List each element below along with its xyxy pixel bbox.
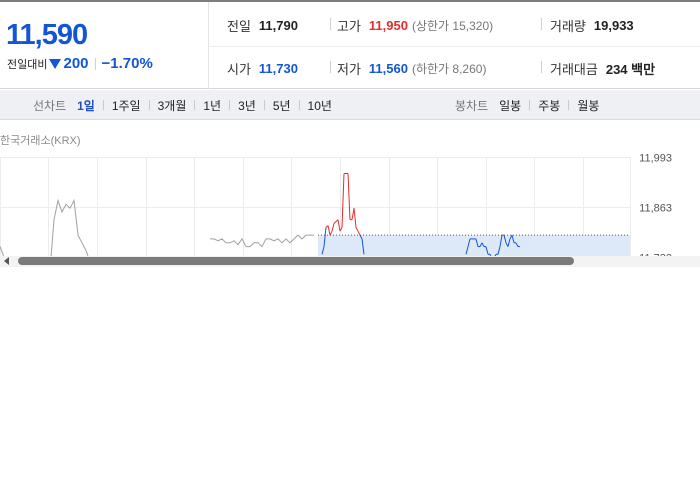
chart-scrollbar[interactable] [0,256,700,267]
change-label: 전일대비 [7,58,48,71]
stat-open: 시가 11,730 [227,59,298,78]
price-segment-up [357,230,361,236]
stat-open-value: 11,730 [258,61,298,76]
change-percent: −1.70% [101,55,153,72]
stat-low: 저가 11,560 (하한가 8,260) [337,59,486,78]
tab-monthly-candle[interactable]: 월봉 [576,97,600,114]
stat-divider [330,18,331,30]
tab-divider [263,100,265,110]
tab-divider [529,100,531,110]
stat-amount: 거래대금 234 백만 [550,59,655,78]
stat-high-label: 고가 [337,19,361,34]
stat-volume: 거래량 19,933 [550,16,634,35]
tab-1year[interactable]: 1년 [202,97,222,114]
price-segment-up [337,219,341,232]
down-triangle-icon [49,58,62,69]
stat-prev-close: 전일 11,790 [227,16,298,35]
tab-3month[interactable]: 3개월 [157,97,188,114]
tab-divider [102,100,104,110]
line-chart-tabs: 선차트 1일 1주일 3개월 1년 3년 5년 10년 [33,90,333,120]
tab-1week[interactable]: 1주일 [111,97,142,114]
current-price-box: 11,590 전일대비 200 −1.70% [0,2,209,89]
price-segment-up [353,208,357,228]
price-segment-up [355,227,359,232]
change-row: 전일대비 200 −1.70% [7,55,153,72]
price-chart: 11,99311,86311,733 한국거래소(KRX) [0,121,700,256]
stat-divider [541,18,542,30]
price-segment-up [331,223,335,232]
stat-divider [541,61,542,73]
price-segment-up [341,173,345,228]
tab-divider [148,100,150,110]
price-segment-up [333,221,337,224]
stock-widget: 11,590 전일대비 200 −1.70% 전일 11,790 고가 11,9… [0,0,700,270]
y-tick-label: 11,993 [639,153,672,165]
tab-weekly-candle[interactable]: 주봉 [537,97,561,114]
stat-lower-limit: (하한가 8,260) [411,62,487,76]
below-prev-close-band [318,235,630,256]
stat-prev-close-value: 11,790 [258,18,298,33]
chart-period-tabbar: 선차트 1일 1주일 3개월 1년 3년 5년 10년 봉차트 일봉 주봉 월봉 [0,90,700,120]
stat-upper-limit: (상한가 15,320) [411,19,494,33]
change-value: 200 [63,55,89,72]
stat-volume-label: 거래량 [550,19,586,34]
price-segment-up [327,225,331,236]
tab-divider [229,100,231,110]
tab-divider [194,100,196,110]
tab-divider [298,100,300,110]
tab-1day[interactable]: 1일 [76,97,96,114]
stat-high: 고가 11,950 (상한가 15,320) [337,16,493,35]
tab-10year[interactable]: 10년 [307,97,333,114]
stat-prev-close-label: 전일 [227,19,251,34]
tab-daily-candle[interactable]: 일봉 [498,97,522,114]
y-tick-label: 11,863 [639,203,672,215]
data-source-label: 한국거래소(KRX) [0,135,81,147]
scroll-left-arrow-icon[interactable] [4,257,9,265]
tab-5year[interactable]: 5년 [272,97,292,114]
stat-volume-value: 19,933 [593,18,634,33]
price-chart-svg: 11,99311,86311,733 [0,153,672,256]
price-summary: 11,590 전일대비 200 −1.70% 전일 11,790 고가 11,9… [0,2,700,89]
scroll-thumb[interactable] [18,257,574,265]
stat-open-label: 시가 [227,62,251,77]
current-price: 11,590 [6,19,88,51]
tab-3year[interactable]: 3년 [237,97,257,114]
tab-divider [568,100,570,110]
change-divider [94,57,96,70]
previous-price-line [210,234,314,248]
stat-amount-label: 거래대금 [550,62,598,77]
candle-chart-title: 봉차트 [455,98,489,113]
stat-low-value: 11,560 [368,61,408,76]
stat-amount-value: 234 백만 [605,62,656,77]
price-segment-up [347,173,351,220]
stat-high-value: 11,950 [368,18,408,33]
candle-chart-tabs: 봉차트 일봉 주봉 월봉 [455,90,600,120]
stat-low-label: 저가 [337,62,361,77]
previous-price-line [0,198,89,256]
price-segment-up [329,230,333,236]
line-chart-title: 선차트 [33,98,67,113]
stat-divider [330,61,331,73]
stat-row-divider [210,46,700,47]
